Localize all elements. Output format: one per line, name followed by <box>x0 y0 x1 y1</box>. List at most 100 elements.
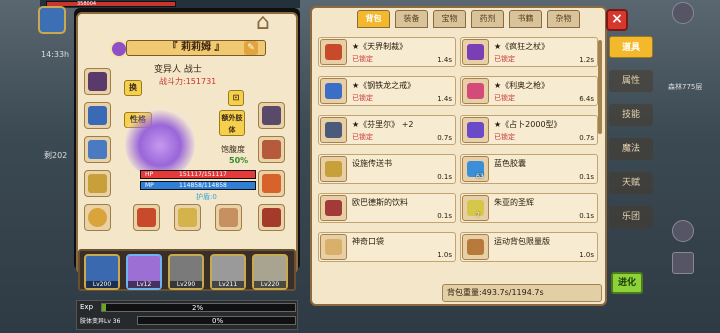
item-lock-status: 已锁定 <box>352 133 373 141</box>
character-portrait <box>125 108 195 176</box>
tab-1[interactable]: 背包 <box>357 10 390 28</box>
side-menu-item-1[interactable]: 道具 <box>609 36 653 58</box>
item-icon <box>320 156 347 182</box>
item-icon <box>320 78 347 104</box>
inventory-item[interactable]: ★《芬里尔》 +2 已锁定 0.7s <box>318 115 456 145</box>
item-icon-fill <box>467 239 484 255</box>
evolve-button[interactable]: 进化 <box>611 272 643 294</box>
equip-slot-helmet[interactable] <box>84 68 111 95</box>
equip-slot-accessory3[interactable] <box>258 170 285 197</box>
tab-6[interactable]: 杂物 <box>547 10 580 28</box>
extra-body-button[interactable]: 额外肢体 <box>219 110 245 136</box>
equip-slot-ring[interactable] <box>84 204 111 231</box>
side-menu-item-6[interactable]: 乐团 <box>609 206 653 228</box>
capacity-display: 背包重量:493.7s/1194.7s <box>442 284 602 302</box>
item-lock-status: 已锁定 <box>494 94 515 102</box>
party-member-1[interactable]: Lv200 <box>84 254 120 290</box>
inventory-item[interactable]: 设施传送书 0.1s <box>318 154 456 184</box>
claw-icon <box>262 106 281 125</box>
inventory-item[interactable]: ★《占卜2000型》 已锁定 0.7s <box>460 115 598 145</box>
top-right-icon[interactable] <box>672 2 694 24</box>
belt-icon <box>88 174 107 193</box>
inventory-item[interactable]: ★《钢铁龙之戒》 已锁定 1.4s <box>318 76 456 106</box>
equip-slot-accessory2[interactable] <box>258 136 285 163</box>
item-icon <box>462 117 489 143</box>
tab-5[interactable]: 书籍 <box>509 10 542 28</box>
equip-slot-belt[interactable] <box>84 170 111 197</box>
equip-slot-accessory4[interactable] <box>258 204 285 231</box>
item-name: 神奇口袋 <box>352 237 384 246</box>
item-icon <box>462 234 489 260</box>
inventory-item[interactable]: 欧巴德斯的饮料 0.1s <box>318 193 456 223</box>
item-weight: 0.7s <box>437 134 452 142</box>
bow-icon <box>219 208 238 227</box>
item-name: ★《疯狂之杖》 <box>494 42 550 51</box>
change-button[interactable]: 换 <box>124 80 142 96</box>
equip-slot-bow[interactable] <box>215 204 242 231</box>
item-name: 运动背包限量版 <box>494 237 550 246</box>
exp-bar: 2% <box>101 303 296 312</box>
inventory-item[interactable]: 神奇口袋 1.0s <box>318 232 456 262</box>
item-icon <box>462 39 489 65</box>
side-menu-item-3[interactable]: 技能 <box>609 104 653 126</box>
inventory-item[interactable]: ★《天界制裁》 已锁定 1.4s <box>318 37 456 67</box>
fatigue-value: 50% <box>229 156 249 165</box>
item-icon-fill <box>467 122 484 138</box>
equip-slot-accessory1[interactable] <box>258 102 285 129</box>
inventory-item[interactable]: ★《利奥之枪》 已锁定 6.4s <box>460 76 598 106</box>
refresh-icon[interactable] <box>672 220 694 242</box>
capacity-value: 493.7s/1194.7s <box>481 288 544 297</box>
item-name: 设施传送书 <box>352 159 392 168</box>
equip-slot-offhand[interactable] <box>174 204 201 231</box>
power-display: 战斗力:151731 <box>159 76 216 87</box>
party-member-5[interactable]: Lv220 <box>252 254 288 290</box>
inventory-item[interactable]: 运动背包限量版 1.0s <box>460 232 598 262</box>
map-icon[interactable] <box>672 252 694 274</box>
shield-value: 护盾:0 <box>196 193 217 201</box>
ring-icon <box>88 208 107 227</box>
hp-label: HP <box>145 171 154 178</box>
item-name: 朱亚的圣辉 <box>494 198 534 207</box>
inventory-item[interactable]: 朱亚的圣辉 0.1s 7 <box>460 193 598 223</box>
side-menu-item-2[interactable]: 属性 <box>609 70 653 92</box>
power-value: 151731 <box>185 77 217 86</box>
inventory-item[interactable]: ★《疯狂之杖》 已锁定 1.2s <box>460 37 598 67</box>
party-member-4[interactable]: Lv211 <box>210 254 246 290</box>
exp-panel: Exp 2% 肢体变异Lv 36 0% <box>76 300 298 330</box>
item-icon-fill <box>325 83 342 99</box>
hp-value: 151117/151117 <box>179 171 227 178</box>
edit-name-button[interactable]: ✎ <box>244 41 258 55</box>
mutation-percent: 0% <box>212 317 224 325</box>
party-member-3[interactable]: Lv290 <box>168 254 204 290</box>
close-icon[interactable]: × <box>606 9 628 31</box>
inventory-tabs: 背包 装备 宝物 药剂 书籍 杂物 <box>312 6 605 31</box>
equip-slot-armor[interactable] <box>84 102 111 129</box>
side-menu-item-4[interactable]: 魔法 <box>609 138 653 160</box>
player-avatar[interactable] <box>38 6 66 34</box>
inventory-item[interactable]: 蓝色胶囊 0.1s 63 <box>460 154 598 184</box>
fatigue-label: 饱腹度 <box>221 145 245 154</box>
item-icon-fill <box>325 44 342 60</box>
equip-slot-weapon[interactable] <box>133 204 160 231</box>
item-weight: 0.1s <box>437 173 452 181</box>
party-member-level: Lv290 <box>170 281 202 288</box>
item-weight: 1.2s <box>579 56 594 64</box>
party-member-2[interactable]: Lv12 <box>126 254 162 290</box>
tab-4[interactable]: 药剂 <box>471 10 504 28</box>
armor-icon <box>88 106 107 125</box>
gear-toggle-button[interactable]: ⊡ <box>228 90 244 106</box>
side-menu-item-5[interactable]: 天赋 <box>609 172 653 194</box>
armor-red-icon <box>262 208 281 227</box>
inventory-scrollbar[interactable] <box>598 40 602 134</box>
equip-slot-gloves[interactable] <box>84 136 111 163</box>
item-icon-fill <box>325 161 342 177</box>
tab-2[interactable]: 装备 <box>395 10 428 28</box>
exp-label: Exp <box>80 303 94 311</box>
top-hp-bar: 358004 <box>46 1 176 7</box>
tab-3[interactable]: 宝物 <box>433 10 466 28</box>
floor-info-text: 森林775层 <box>668 83 703 91</box>
item-name: 蓝色胶囊 <box>494 159 526 168</box>
left-counter-text: 剩202 <box>44 151 68 160</box>
hanger-icon[interactable]: ⌂ <box>256 10 282 36</box>
gloves-icon <box>88 140 107 159</box>
